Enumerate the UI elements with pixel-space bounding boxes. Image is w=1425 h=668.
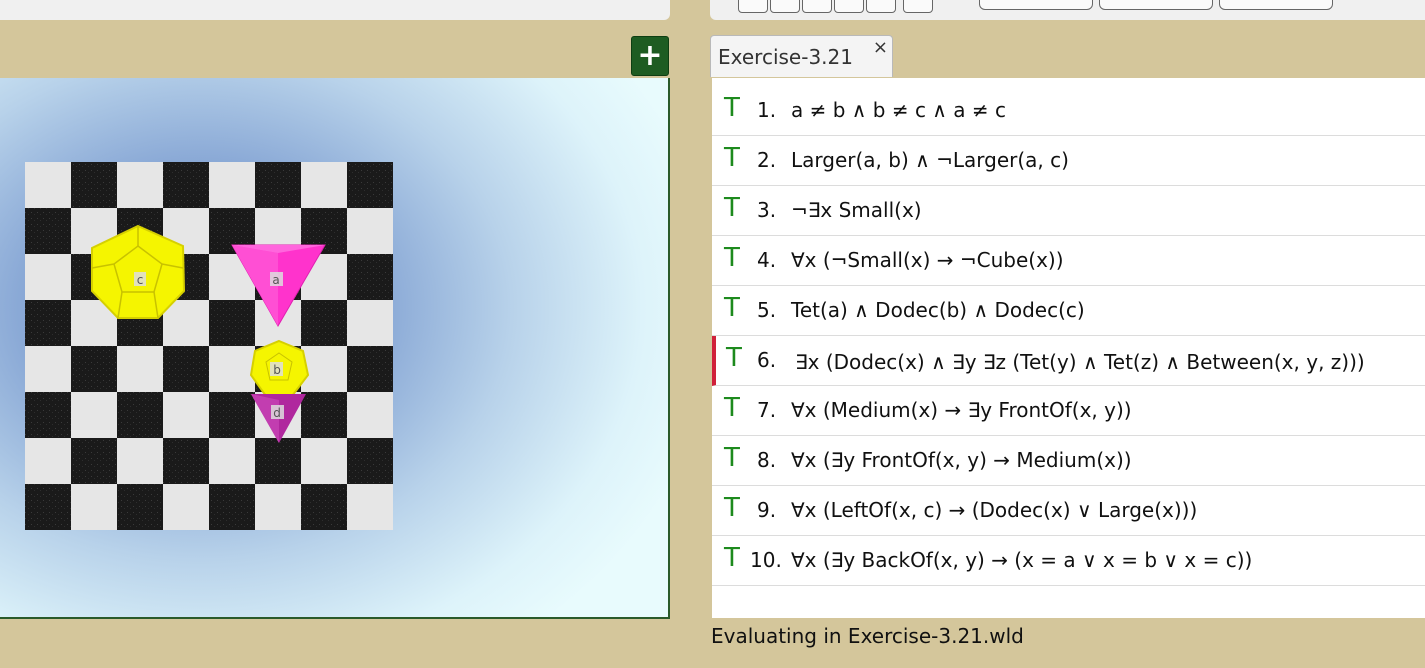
object-a-label: a xyxy=(272,273,279,287)
toolbar-button-2[interactable] xyxy=(770,0,800,13)
sentence-number: 4. xyxy=(757,248,777,272)
top-right-toolbar xyxy=(710,0,1425,20)
sentence-list: T 1. a ≠ b ∧ b ≠ c ∧ a ≠ c T 2. Larger(a, b) … xyxy=(712,78,1425,618)
sentence-number: 6. xyxy=(757,348,777,372)
sentence-row[interactable]: T 9. ∀x (LeftOf(x, c) → (Dodec(x) ∨ Large(… xyxy=(712,486,1425,536)
sentence-formula: ∀x (∃y FrontOf(x, y) → Medium(x)) xyxy=(791,448,1132,472)
toolbar-button-4[interactable] xyxy=(834,0,864,13)
sentence-number: 9. xyxy=(757,498,777,522)
world-board[interactable]: c a b d xyxy=(0,78,668,617)
sentence-number: 8. xyxy=(757,448,777,472)
status-bar: Evaluating in Exercise-3.21.wld xyxy=(711,624,1024,648)
toolbar-button-5[interactable] xyxy=(866,0,896,13)
close-icon[interactable]: × xyxy=(873,37,888,58)
truth-value-icon: T xyxy=(724,493,740,523)
sentence-number: 2. xyxy=(757,148,777,172)
sentence-row[interactable]: T 4. ∀x (¬Small(x) → ¬Cube(x)) xyxy=(712,236,1425,286)
truth-value-icon: T xyxy=(724,293,740,323)
truth-value-icon: T xyxy=(724,143,740,173)
sentence-row[interactable]: T 6. ∃x (Dodec(x) ∧ ∃y ∃z (Tet(y) ∧ Tet(z)… xyxy=(712,336,1425,386)
toolbar-button-1[interactable] xyxy=(738,0,768,13)
sentence-row[interactable]: T 8. ∀x (∃y FrontOf(x, y) → Medium(x)) xyxy=(712,436,1425,486)
sentence-number: 1. xyxy=(757,98,777,122)
truth-value-icon: T xyxy=(724,393,740,423)
sentence-formula: a ≠ b ∧ b ≠ c ∧ a ≠ c xyxy=(791,98,1007,122)
sentence-formula: ∀x (Medium(x) → ∃y FrontOf(x, y)) xyxy=(791,398,1132,422)
sentence-number: 5. xyxy=(757,298,777,322)
toolbar-button-3[interactable] xyxy=(802,0,832,13)
object-b-dodecahedron[interactable]: b xyxy=(249,339,310,397)
tab-label: Exercise-3.21 xyxy=(718,45,853,69)
truth-value-icon: T xyxy=(724,243,740,273)
tab-exercise[interactable]: Exercise-3.21 × xyxy=(710,35,893,77)
sentence-formula: Larger(a, b) ∧ ¬Larger(a, c) xyxy=(791,148,1069,172)
sentence-formula: ∀x (∃y BackOf(x, y) → (x = a ∨ x = b ∨ x… xyxy=(791,548,1253,572)
sentence-row[interactable]: T 5. Tet(a) ∧ Dodec(b) ∧ Dodec(c) xyxy=(712,286,1425,336)
sentence-row[interactable]: T 2. Larger(a, b) ∧ ¬Larger(a, c) xyxy=(712,136,1425,186)
sentence-row[interactable]: T 3. ¬∃x Small(x) xyxy=(712,186,1425,236)
sentence-formula: ∃x (Dodec(x) ∧ ∃y ∃z (Tet(y) ∧ Tet(z) ∧ … xyxy=(795,350,1365,374)
add-world-button[interactable]: + xyxy=(631,36,669,76)
toolbar-wide-button-1[interactable] xyxy=(979,0,1093,10)
world-view[interactable]: c a b d xyxy=(0,78,670,619)
sentence-formula: ∀x (LeftOf(x, c) → (Dodec(x) ∨ Large(x))… xyxy=(791,498,1198,522)
sentence-formula: ¬∃x Small(x) xyxy=(791,198,922,222)
toolbar-wide-button-3[interactable] xyxy=(1219,0,1333,10)
toolbar-wide-button-2[interactable] xyxy=(1099,0,1213,10)
sentence-formula: Tet(a) ∧ Dodec(b) ∧ Dodec(c) xyxy=(791,298,1085,322)
sentence-row[interactable]: T 10. ∀x (∃y BackOf(x, y) → (x = a ∨ x = b… xyxy=(712,536,1425,586)
truth-value-icon: T xyxy=(724,193,740,223)
object-b-label: b xyxy=(273,363,281,377)
toolbar-button-6[interactable] xyxy=(903,0,933,13)
top-left-toolbar xyxy=(0,0,670,20)
truth-value-icon: T xyxy=(724,443,740,473)
sentence-row[interactable]: T 7. ∀x (Medium(x) → ∃y FrontOf(x, y)) xyxy=(712,386,1425,436)
object-d-label: d xyxy=(273,406,281,420)
sentence-formula: ∀x (¬Small(x) → ¬Cube(x)) xyxy=(791,248,1064,272)
sentence-row[interactable]: T 1. a ≠ b ∧ b ≠ c ∧ a ≠ c xyxy=(712,86,1425,136)
truth-value-icon: T xyxy=(726,343,742,373)
object-c-label: c xyxy=(137,273,144,287)
truth-value-icon: T xyxy=(724,93,740,123)
sentence-number: 7. xyxy=(757,398,777,422)
sentence-number: 10. xyxy=(750,548,782,572)
truth-value-icon: T xyxy=(724,543,740,573)
sentence-number: 3. xyxy=(757,198,777,222)
chessboard xyxy=(25,162,393,530)
